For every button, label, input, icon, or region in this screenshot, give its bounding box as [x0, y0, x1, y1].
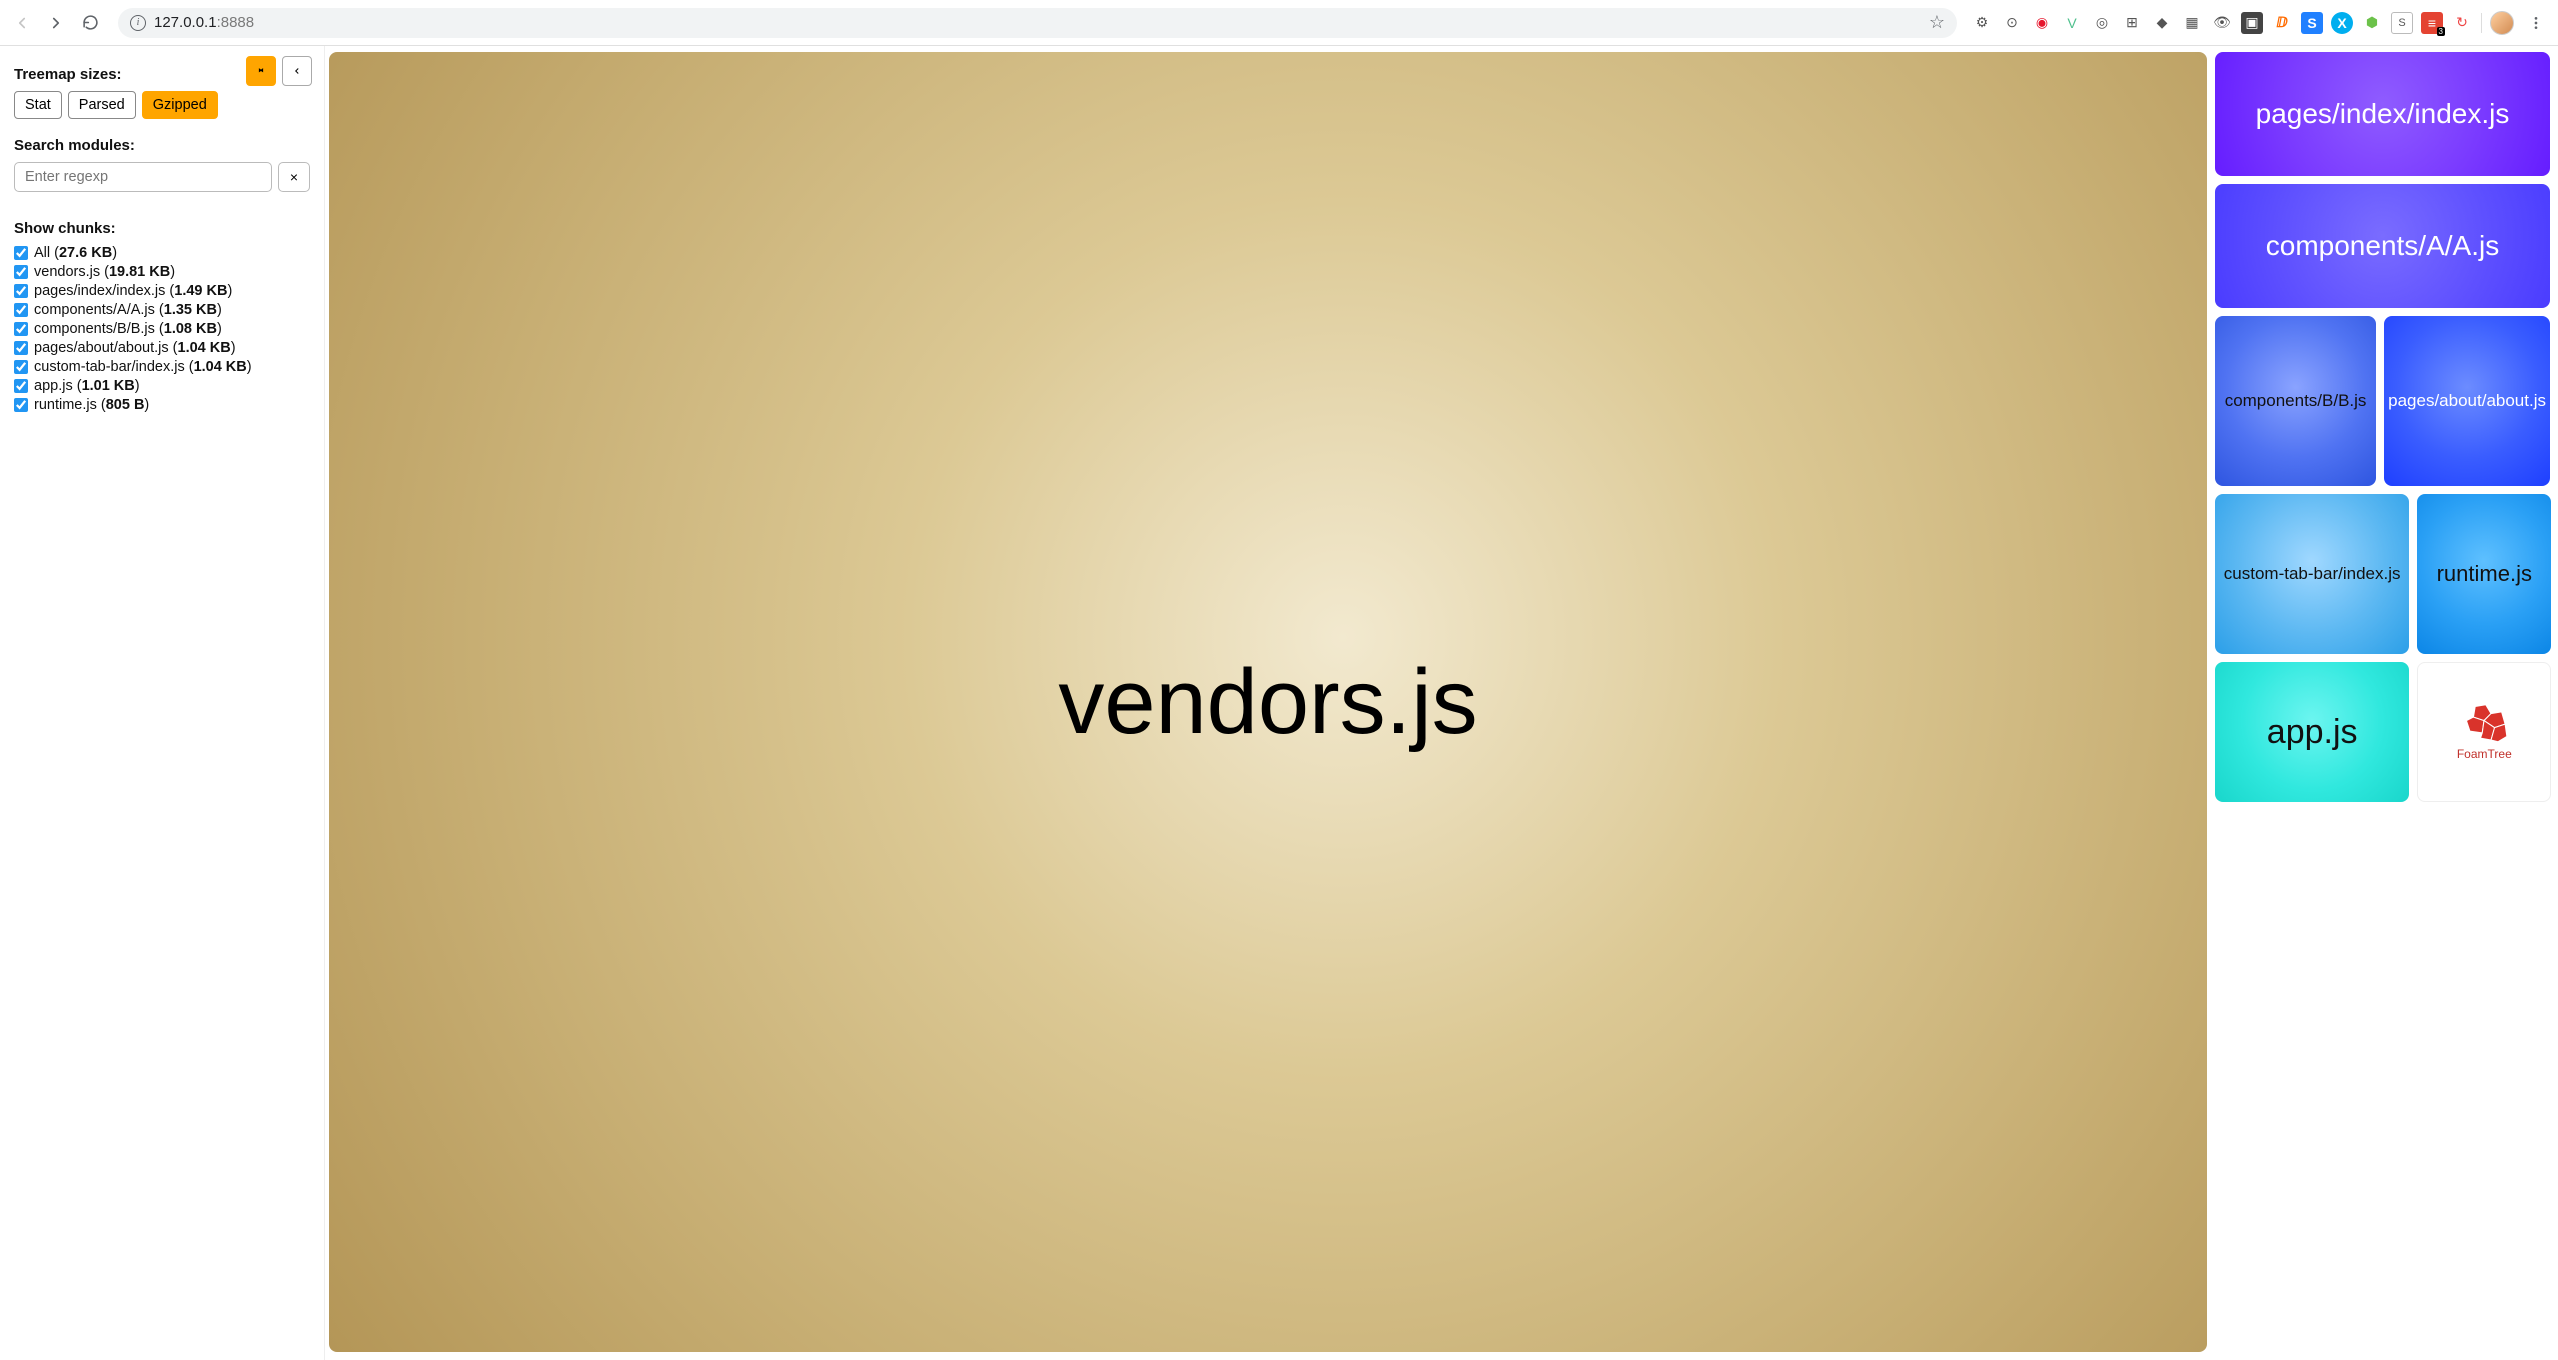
chunk-item[interactable]: All (27.6 KB): [14, 245, 310, 261]
chunk-item[interactable]: components/A/A.js (1.35 KB): [14, 302, 310, 318]
chunk-checkbox[interactable]: [14, 284, 28, 298]
chunk-label: components/A/A.js (1.35 KB): [34, 302, 222, 318]
todoist-icon[interactable]: ≡3: [2421, 12, 2443, 34]
tile-pages-about[interactable]: pages/about/about.js: [2384, 316, 2550, 486]
chunk-label: All (27.6 KB): [34, 245, 117, 261]
app-body: Treemap sizes: Stat Parsed Gzipped Searc…: [0, 46, 2558, 1360]
more-vertical-icon: [2528, 15, 2544, 31]
treemap: vendors.js pages/index/index.js componen…: [325, 46, 2558, 1360]
chunk-checkbox[interactable]: [14, 398, 28, 412]
chunk-item[interactable]: custom-tab-bar/index.js (1.04 KB): [14, 359, 310, 375]
chrome-menu-button[interactable]: [2522, 9, 2550, 37]
arrow-right-icon: [47, 14, 65, 32]
chunk-list: All (27.6 KB) vendors.js (19.81 KB) pages/…: [14, 245, 310, 413]
pin-icon: [255, 65, 267, 77]
chunk-item[interactable]: app.js (1.01 KB): [14, 378, 310, 394]
foamtree-icon: [2457, 703, 2511, 747]
show-chunks-label: Show chunks:: [14, 220, 310, 237]
extension-icon[interactable]: ↻: [2451, 12, 2473, 34]
collapse-sidebar-button[interactable]: [282, 56, 312, 86]
tile-vendors[interactable]: vendors.js: [329, 52, 2207, 1352]
reload-icon: [82, 14, 99, 31]
chunk-label: runtime.js (805 B): [34, 397, 149, 413]
separator: [2481, 13, 2482, 33]
tile-pages-index[interactable]: pages/index/index.js: [2215, 52, 2550, 176]
tile-runtime[interactable]: runtime.js: [2417, 494, 2551, 654]
weibo-icon[interactable]: ◉: [2031, 12, 2053, 34]
chunk-item[interactable]: pages/index/index.js (1.49 KB): [14, 283, 310, 299]
chunk-checkbox[interactable]: [14, 322, 28, 336]
extension-icon[interactable]: ◎: [2091, 12, 2113, 34]
foamtree-logo-tile[interactable]: FoamTree: [2417, 662, 2551, 802]
extension-icon[interactable]: ⊙: [2001, 12, 2023, 34]
browser-toolbar: i 127.0.0.1:8888 ☆ ⚙ ⊙ ◉ V ◎ ⊞ ◆ ▦ 👁 ▣ ⅅ…: [0, 0, 2558, 46]
extension-icons: ⚙ ⊙ ◉ V ◎ ⊞ ◆ ▦ 👁 ▣ ⅅ S X ⬢ S ≡3 ↻: [1971, 9, 2550, 37]
nodejs-icon[interactable]: ⬢: [2361, 12, 2383, 34]
chunk-item[interactable]: runtime.js (805 B): [14, 397, 310, 413]
vue-icon[interactable]: V: [2061, 12, 2083, 34]
chunk-label: components/B/B.js (1.08 KB): [34, 321, 222, 337]
chunk-checkbox[interactable]: [14, 265, 28, 279]
extension-icon[interactable]: X: [2331, 12, 2353, 34]
bookmark-star-icon[interactable]: ☆: [1929, 12, 1945, 33]
address-bar[interactable]: i 127.0.0.1:8888 ☆: [118, 8, 1957, 38]
extension-icon[interactable]: S: [2301, 12, 2323, 34]
chunk-checkbox[interactable]: [14, 246, 28, 260]
chunk-item[interactable]: pages/about/about.js (1.04 KB): [14, 340, 310, 356]
reload-button[interactable]: [76, 9, 104, 37]
chunk-item[interactable]: vendors.js (19.81 KB): [14, 264, 310, 280]
chunk-label: pages/index/index.js (1.49 KB): [34, 283, 232, 299]
size-mode-stat[interactable]: Stat: [14, 91, 62, 119]
search-input[interactable]: [14, 162, 272, 192]
pin-sidebar-button[interactable]: [246, 56, 276, 86]
chunk-label: pages/about/about.js (1.04 KB): [34, 340, 236, 356]
extension-icon[interactable]: ▣: [2241, 12, 2263, 34]
chunk-label: app.js (1.01 KB): [34, 378, 140, 394]
extension-icon[interactable]: ⊞: [2121, 12, 2143, 34]
extension-icon[interactable]: ◆: [2151, 12, 2173, 34]
chunk-label: vendors.js (19.81 KB): [34, 264, 175, 280]
arrow-left-icon: [13, 14, 31, 32]
tile-custom-tab-bar[interactable]: custom-tab-bar/index.js: [2215, 494, 2409, 654]
eye-icon[interactable]: 👁: [2211, 12, 2233, 34]
settings-gear-icon[interactable]: ⚙: [1971, 12, 1993, 34]
chunk-checkbox[interactable]: [14, 360, 28, 374]
size-mode-parsed[interactable]: Parsed: [68, 91, 136, 119]
extension-icon[interactable]: S: [2391, 12, 2413, 34]
chevron-left-icon: [292, 66, 302, 76]
sidebar: Treemap sizes: Stat Parsed Gzipped Searc…: [0, 46, 325, 1360]
site-info-icon[interactable]: i: [130, 15, 146, 31]
chunk-checkbox[interactable]: [14, 303, 28, 317]
tile-app[interactable]: app.js: [2215, 662, 2409, 802]
chunk-checkbox[interactable]: [14, 341, 28, 355]
extension-icon[interactable]: ⅅ: [2271, 12, 2293, 34]
tile-components-b[interactable]: components/B/B.js: [2215, 316, 2376, 486]
extension-icon[interactable]: ▦: [2181, 12, 2203, 34]
chunk-label: custom-tab-bar/index.js (1.04 KB): [34, 359, 252, 375]
search-modules-label: Search modules:: [14, 137, 310, 154]
foamtree-label: FoamTree: [2457, 747, 2512, 761]
treemap-right-column: pages/index/index.js components/A/A.js c…: [2215, 52, 2550, 1352]
tile-components-a[interactable]: components/A/A.js: [2215, 184, 2550, 308]
url-text: 127.0.0.1:8888: [154, 14, 254, 31]
profile-avatar[interactable]: [2490, 11, 2514, 35]
size-mode-gzipped[interactable]: Gzipped: [142, 91, 218, 119]
forward-button[interactable]: [42, 9, 70, 37]
back-button[interactable]: [8, 9, 36, 37]
chunk-item[interactable]: components/B/B.js (1.08 KB): [14, 321, 310, 337]
chunk-checkbox[interactable]: [14, 379, 28, 393]
clear-search-button[interactable]: ×: [278, 162, 310, 192]
